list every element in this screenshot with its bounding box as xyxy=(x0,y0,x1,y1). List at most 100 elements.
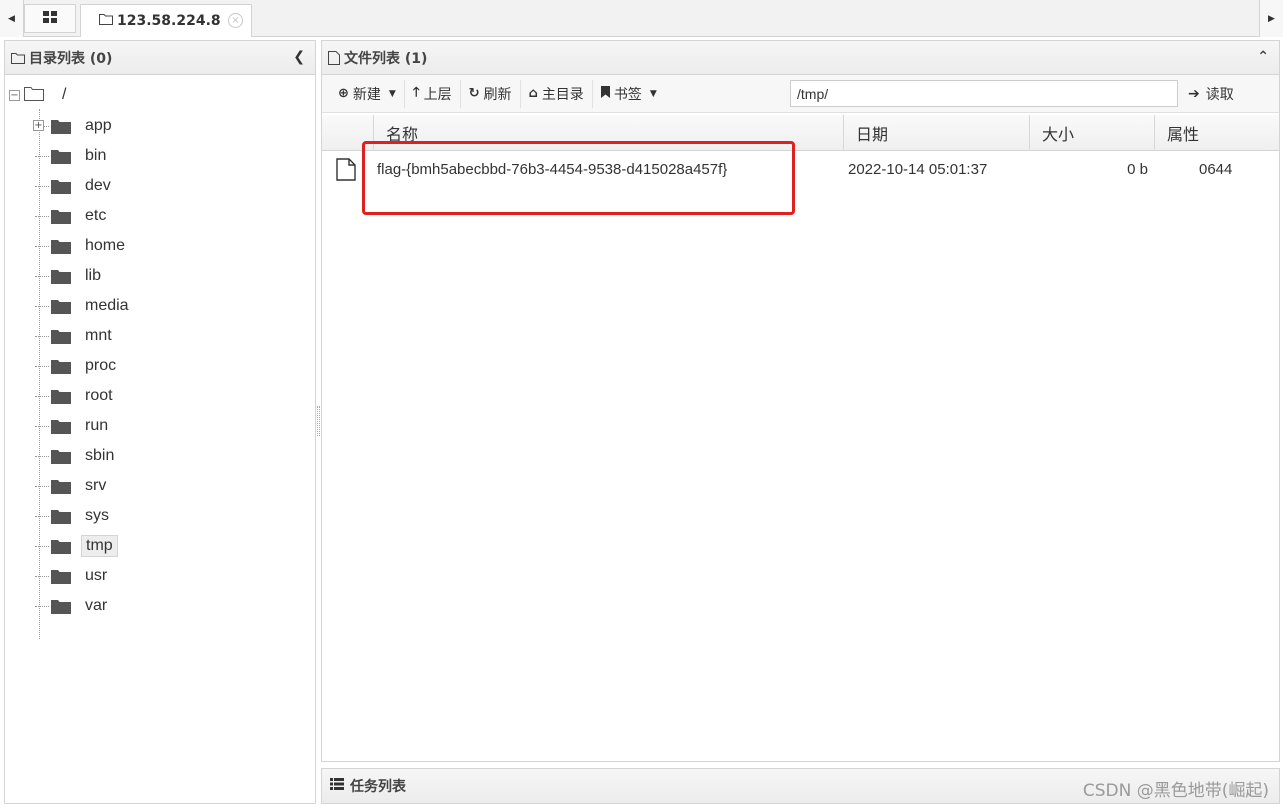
arrow-up-icon: 🡑 xyxy=(412,84,420,100)
read-button[interactable]: ➔ 读取 xyxy=(1188,80,1234,107)
grid-icon xyxy=(43,10,57,27)
file-panel: 文件列表 (1) ⌃ ⊕ 新建 ▼ 🡑 上层 ↻ 刷新 ⌂ 主目录 书签 ▼ /… xyxy=(321,40,1280,762)
tree-folder-label: sys xyxy=(85,507,109,524)
tree-folder-media[interactable]: media xyxy=(35,294,133,318)
read-button-label: 读取 xyxy=(1205,86,1234,103)
tree-root-label: / xyxy=(62,86,67,103)
folder-icon xyxy=(51,329,71,344)
tree-folder-sys[interactable]: sys xyxy=(35,504,113,528)
up-button[interactable]: 🡑 上层 xyxy=(405,79,461,108)
tree-folder-usr[interactable]: usr xyxy=(35,564,111,588)
tab-host-label: 123.58.224.8 xyxy=(117,13,221,29)
tree-folder-label: srv xyxy=(85,477,107,494)
caret-down-icon: ▼ xyxy=(649,88,657,99)
path-input[interactable] xyxy=(790,80,1178,107)
directory-panel-title: 目录列表 (0) xyxy=(29,50,113,67)
file-toolbar: ⊕ 新建 ▼ 🡑 上层 ↻ 刷新 ⌂ 主目录 书签 ▼ ➔ 读取 xyxy=(322,75,1279,113)
home-dir-button[interactable]: ⌂ 主目录 xyxy=(521,79,593,108)
tree-folder-label: bin xyxy=(85,147,107,164)
tree-folder-srv[interactable]: srv xyxy=(35,474,110,498)
folder-icon xyxy=(51,179,71,194)
tree-folder-label: run xyxy=(85,417,109,434)
file-size-cell: 0 b xyxy=(1127,160,1148,178)
up-button-label: 上层 xyxy=(423,86,452,103)
tree-folder-label: etc xyxy=(85,207,107,224)
tab-scroll-right-button[interactable]: ▶ xyxy=(1259,0,1283,37)
column-header-size[interactable]: 大小 xyxy=(1030,115,1155,151)
file-panel-title: 文件列表 (1) xyxy=(344,50,428,67)
tree-folder-etc[interactable]: etc xyxy=(35,204,110,228)
new-button-label: 新建 xyxy=(352,86,381,103)
tab-home[interactable] xyxy=(24,4,76,33)
folder-icon xyxy=(51,539,71,554)
folder-icon xyxy=(51,119,71,134)
tree-folder-dev[interactable]: dev xyxy=(35,174,115,198)
tab-scroll-left-button[interactable]: ◀ xyxy=(0,0,24,37)
folder-icon xyxy=(51,479,71,494)
column-header-attr[interactable]: 属性 xyxy=(1155,115,1279,151)
directory-tree: − / + app bin dev etc home lib media mnt proc root… xyxy=(5,75,315,639)
arrow-right-icon: ➔ xyxy=(1188,85,1200,102)
tree-folder-label: mnt xyxy=(85,327,112,344)
folder-icon xyxy=(51,359,71,374)
expand-toggle-icon[interactable]: + xyxy=(33,120,44,131)
tree-folder-label: sbin xyxy=(85,447,115,464)
tree-folder-label: var xyxy=(85,597,108,614)
chevron-left-icon[interactable]: ❮ xyxy=(293,49,305,65)
tree-folder-home[interactable]: home xyxy=(35,234,129,258)
chevron-up-icon[interactable]: ⌃ xyxy=(1257,49,1269,65)
task-panel-title: 任务列表 xyxy=(350,779,406,795)
tree-folder-label: app xyxy=(85,117,112,134)
folder-icon xyxy=(51,599,71,614)
list-icon xyxy=(330,778,344,794)
tree-folder-run[interactable]: run xyxy=(35,414,112,438)
folder-icon xyxy=(51,389,71,404)
tree-folder-lib[interactable]: lib xyxy=(35,264,105,288)
bookmark-button[interactable]: 书签 ▼ xyxy=(593,80,665,108)
directory-panel: 目录列表 (0) ❮ − / + app bin dev etc home lib media… xyxy=(4,40,316,804)
tree-folder-label: tmp xyxy=(81,535,118,557)
file-panel-header: 文件列表 (1) ⌃ xyxy=(322,41,1279,75)
file-attr-cell: 0644 xyxy=(1199,160,1233,178)
home-icon: ⌂ xyxy=(528,86,538,101)
folder-icon xyxy=(51,569,71,584)
folder-outline-icon xyxy=(99,13,113,29)
tree-folder-label: usr xyxy=(85,567,108,584)
folder-icon xyxy=(51,269,71,284)
folder-icon xyxy=(51,449,71,464)
file-outline-icon xyxy=(328,50,340,65)
tree-folder-sbin[interactable]: sbin xyxy=(35,444,118,468)
tree-folder-root[interactable]: root xyxy=(35,384,117,408)
tree-folder-label: root xyxy=(85,387,113,404)
tree-folder-app[interactable]: + app xyxy=(33,114,116,138)
file-date-cell: 2022-10-14 05:01:37 xyxy=(848,160,988,178)
folder-icon xyxy=(51,149,71,164)
tree-folder-label: proc xyxy=(85,357,117,374)
tree-folder-var[interactable]: var xyxy=(35,594,111,618)
folder-icon xyxy=(51,239,71,254)
home-dir-button-label: 主目录 xyxy=(541,86,584,103)
refresh-button-label: 刷新 xyxy=(483,86,512,103)
highlight-annotation-box xyxy=(362,141,795,215)
new-button[interactable]: ⊕ 新建 ▼ xyxy=(330,79,405,108)
tree-folder-bin[interactable]: bin xyxy=(35,144,110,168)
caret-down-icon: ▼ xyxy=(388,88,396,99)
tree-root[interactable]: − / xyxy=(9,85,70,105)
tree-folder-mnt[interactable]: mnt xyxy=(35,324,116,348)
tree-folder-proc[interactable]: proc xyxy=(35,354,120,378)
column-header-date[interactable]: 日期 xyxy=(844,115,1030,151)
close-icon[interactable]: × xyxy=(228,13,243,28)
directory-panel-header: 目录列表 (0) ❮ xyxy=(5,41,315,75)
bookmark-button-label: 书签 xyxy=(613,86,642,103)
bookmark-icon xyxy=(600,85,610,102)
tab-bar: ◀ 123.58.224.8 × ▶ xyxy=(0,0,1283,37)
collapse-toggle-icon[interactable]: − xyxy=(9,89,20,101)
watermark: CSDN @黑色地带(崛起) xyxy=(1082,781,1269,801)
file-icon xyxy=(336,152,356,186)
tab-host[interactable]: 123.58.224.8 × xyxy=(80,4,252,37)
folder-icon xyxy=(51,299,71,314)
folder-open-icon xyxy=(24,86,44,105)
plus-circle-icon: ⊕ xyxy=(338,86,349,101)
tree-folder-tmp[interactable]: tmp xyxy=(35,534,118,558)
refresh-button[interactable]: ↻ 刷新 xyxy=(461,79,521,108)
